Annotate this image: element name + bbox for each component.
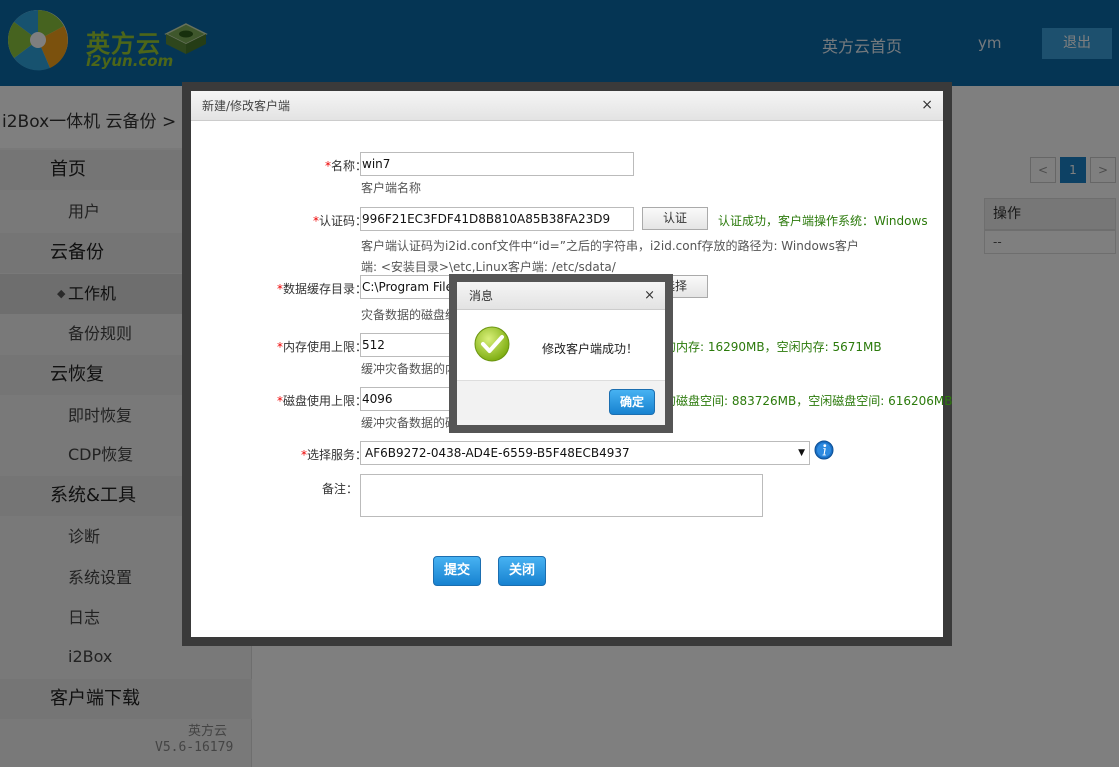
message-text: 修改客户端成功！ — [542, 342, 639, 356]
cache-dir-hint: 灾备数据的磁盘缓 — [361, 308, 458, 322]
chevron-down-icon: ▼ — [798, 448, 805, 458]
memory-limit-label: *内存使用上限： — [277, 338, 367, 355]
auth-code-input[interactable]: 996F21EC3FDF41D8B810A85B38FA23D9 — [360, 207, 634, 231]
ok-button[interactable]: 确定 — [609, 389, 655, 415]
close-button[interactable]: 关闭 — [498, 556, 546, 586]
message-title-text: 消息 — [469, 289, 494, 303]
info-icon[interactable] — [814, 440, 834, 460]
dialog-title: 新建/修改客户端 × — [191, 91, 943, 121]
dialog-close-icon[interactable]: × — [921, 97, 933, 113]
message-title: 消息 × — [457, 282, 665, 310]
service-label: *选择服务： — [301, 446, 367, 463]
name-hint: 客户端名称 — [361, 181, 422, 195]
disk-limit-label: *磁盘使用上限： — [277, 392, 367, 409]
name-input[interactable]: win7 — [360, 152, 634, 176]
remark-label: 备注： — [321, 482, 358, 496]
message-close-icon[interactable]: × — [644, 288, 655, 304]
label-text: 磁盘使用上限： — [282, 394, 367, 408]
label-text: 数据缓存目录： — [282, 282, 367, 296]
memory-info-text: 的内存: 16290MB，空闲内存: 5671MB — [664, 340, 882, 354]
message-footer: 确定 — [457, 380, 665, 425]
message-body: 消息 × 修改客户端成功！ 确定 — [457, 282, 665, 425]
submit-button[interactable]: 提交 — [433, 556, 481, 586]
auth-status-text: 认证成功，客户端操作系统：Windows — [718, 214, 928, 228]
disk-info-text: 的磁盘空间: 883726MB，空闲磁盘空间: 616206MB — [664, 394, 953, 408]
label-text: 内存使用上限： — [282, 340, 367, 354]
auth-code-label: *认证码： — [313, 212, 367, 229]
auth-hint-line1: 客户端认证码为i2id.conf文件中“id=”之后的字符串，i2id.conf… — [361, 239, 859, 253]
auth-button[interactable]: 认证 — [642, 207, 708, 230]
remark-textarea[interactable] — [360, 474, 763, 517]
auth-hint-line2: 端: <安装目录>\etc,Linux客户端: /etc/sdata/ — [361, 260, 616, 274]
label-text: 选择服务： — [306, 448, 367, 462]
success-check-icon — [474, 326, 510, 362]
message-dialog: 消息 × 修改客户端成功！ 确定 — [449, 274, 673, 433]
service-select-value: AF6B9272-0438-AD4E-6559-B5F48ECB4937 — [365, 446, 630, 460]
service-select[interactable]: AF6B9272-0438-AD4E-6559-B5F48ECB4937 ▼ — [360, 441, 810, 465]
memory-limit-hint: 缓冲灾备数据的内 — [361, 362, 458, 376]
cache-dir-label: *数据缓存目录： — [277, 280, 367, 297]
dialog-title-text: 新建/修改客户端 — [202, 99, 291, 113]
